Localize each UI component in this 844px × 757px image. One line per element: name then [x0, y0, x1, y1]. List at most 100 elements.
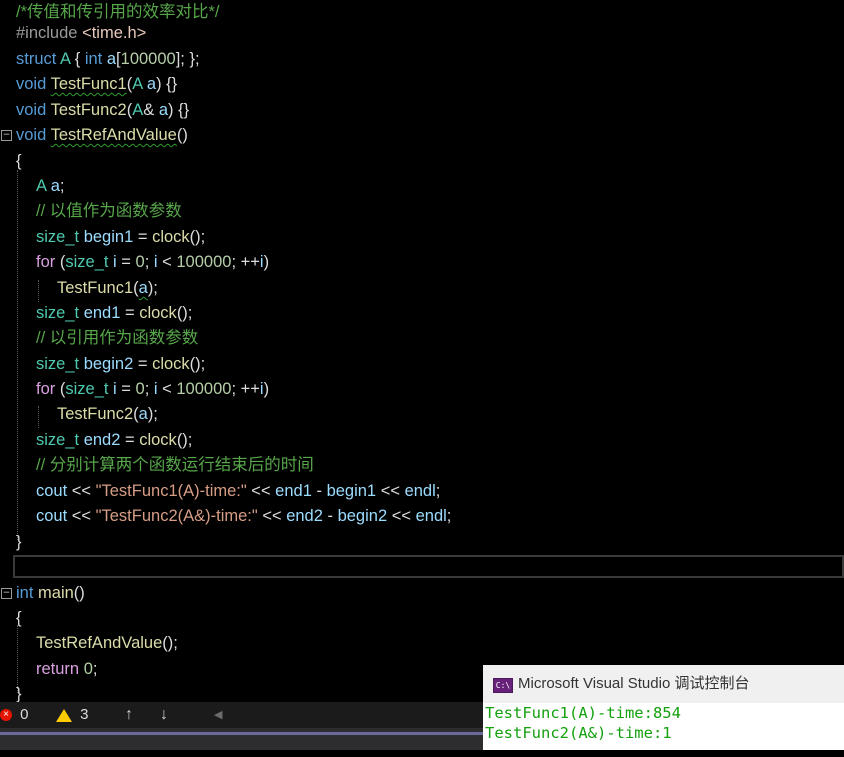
scroll-left-icon[interactable]: ◀ [214, 702, 222, 728]
next-issue-arrow-icon[interactable]: ↓ [160, 702, 168, 728]
brace: { [16, 152, 22, 170]
string-literal: "TestFunc2(A&)-time:" [95, 507, 258, 525]
identifier: a [106, 50, 117, 68]
number-literal: 100000 [176, 253, 232, 271]
number-literal: 100000 [120, 50, 176, 68]
type-name: size_t [36, 431, 80, 449]
code-line: struct A { int a[100000]; }; [0, 47, 200, 72]
operator: << [387, 507, 416, 525]
identifier: a [158, 101, 168, 119]
function-name[interactable]: TestFunc2 [51, 101, 127, 119]
operator: = [116, 253, 136, 271]
punctuation: ; [446, 507, 452, 525]
punctuation: (); [176, 431, 193, 449]
punctuation: ); [147, 279, 158, 297]
operator: = [120, 304, 140, 322]
brace: { [16, 609, 22, 627]
type-name: A [36, 177, 47, 195]
current-line-highlight [13, 555, 844, 578]
code-line: TestRefAndValue(); [0, 631, 178, 656]
operator: << [246, 482, 276, 500]
keyword: for [36, 253, 56, 271]
punctuation: ( [55, 253, 66, 271]
punctuation: { [70, 50, 85, 68]
punctuation: ) [263, 253, 270, 271]
punctuation: ) {} [168, 101, 190, 119]
type-name: size_t [36, 355, 80, 373]
operator: ; ++ [231, 253, 260, 271]
punctuation: () [176, 126, 188, 144]
identifier: a [138, 279, 148, 297]
console-app-icon: C:\ [493, 678, 513, 693]
indent-guide [38, 280, 39, 302]
comment: // 以引用作为函数参数 [36, 329, 199, 347]
warning-icon [56, 708, 72, 722]
type-name: size_t [36, 304, 80, 322]
function-name[interactable]: TestRefAndValue [51, 126, 177, 144]
identifier: end1 [275, 482, 312, 500]
identifier: endl [415, 507, 447, 525]
string-literal: "TestFunc1(A)-time:" [95, 482, 247, 500]
keyword: void [16, 101, 47, 119]
code-line: size_t end1 = clock(); [0, 301, 192, 326]
identifier: begin1 [79, 228, 134, 246]
keyword: for [36, 380, 56, 398]
punctuation: ) {} [156, 75, 178, 93]
identifier: cout [36, 507, 68, 525]
code-line: size_t begin1 = clock(); [0, 225, 205, 250]
error-count[interactable]: × 0 [0, 702, 29, 728]
error-count-value: 0 [20, 706, 29, 723]
code-line: } [0, 530, 22, 555]
operator: - [311, 482, 327, 500]
identifier: cout [36, 482, 68, 500]
punctuation: ]; }; [175, 50, 200, 68]
code-line: − int main() [0, 581, 85, 606]
operator: = [133, 228, 153, 246]
warning-count[interactable]: 3 [56, 702, 89, 728]
debug-console-window[interactable]: C:\ Microsoft Visual Studio 调试控制台 TestFu… [483, 665, 844, 750]
function-name[interactable]: TestFunc1 [51, 75, 127, 93]
operator: < [157, 253, 177, 271]
function-name: clock [152, 228, 190, 246]
function-name: main [33, 584, 74, 602]
console-title-bar[interactable]: C:\ Microsoft Visual Studio 调试控制台 [483, 665, 844, 703]
function-name: clock [152, 355, 190, 373]
punctuation: (); [189, 228, 206, 246]
identifier: a [142, 75, 157, 93]
identifier: endl [404, 482, 436, 500]
identifier: i [108, 253, 117, 271]
number-literal: 0 [135, 380, 145, 398]
identifier: end1 [79, 304, 121, 322]
code-editor[interactable]: /*传值和传引用的效率对比*/ #include <time.h> struct… [0, 0, 844, 703]
include-header: <time.h> [82, 24, 147, 42]
punctuation: ; [144, 380, 154, 398]
punctuation: & [143, 101, 159, 119]
code-line: for (size_t i = 0; i < 100000; ++i) [0, 250, 269, 275]
collapse-icon[interactable]: − [1, 130, 12, 141]
operator: ; ++ [231, 380, 260, 398]
punctuation: ; [59, 177, 65, 195]
code-line: − void TestRefAndValue() [0, 123, 188, 148]
editor-status-bar: × 0 3 ↑ ↓ ◀ [0, 702, 483, 728]
punctuation: () [73, 584, 85, 602]
collapse-icon[interactable]: − [1, 588, 12, 599]
console-output-area[interactable]: TestFunc1(A)-time:854 TestFunc2(A&)-time… [483, 703, 844, 750]
function-name: clock [139, 304, 177, 322]
code-line: // 分别计算两个函数运行结束后的时间 [0, 453, 314, 478]
punctuation: ; [92, 660, 98, 678]
code-line: for (size_t i = 0; i < 100000; ++i) [0, 377, 269, 402]
identifier: end2 [286, 507, 323, 525]
type-name: A [132, 101, 144, 119]
operator: = [133, 355, 153, 373]
operator: = [116, 380, 136, 398]
function-name: clock [139, 431, 177, 449]
function-name: TestRefAndValue [36, 634, 163, 652]
operator: = [120, 431, 140, 449]
punctuation: ); [147, 405, 158, 423]
keyword: void [16, 126, 47, 144]
identifier: begin1 [326, 482, 377, 500]
code-line: A a; [0, 174, 64, 199]
operator: << [257, 507, 287, 525]
previous-issue-arrow-icon[interactable]: ↑ [125, 702, 133, 728]
code-line: // 以值作为函数参数 [0, 199, 182, 224]
